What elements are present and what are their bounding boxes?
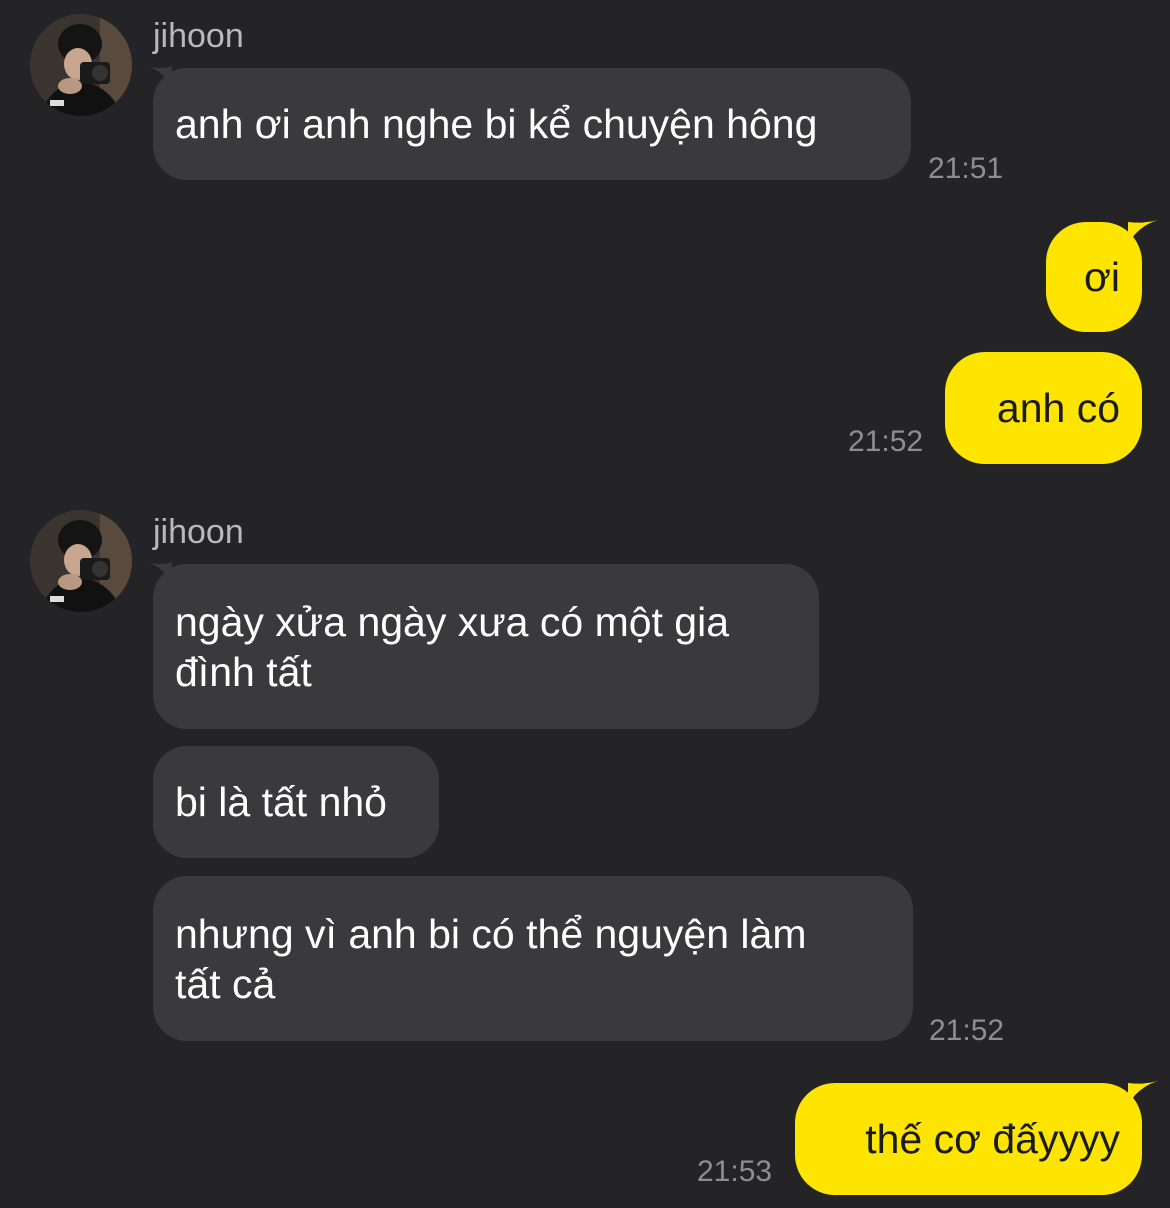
sender-name: jihoon bbox=[153, 513, 244, 551]
avatar-jihoon[interactable] bbox=[30, 510, 132, 612]
message-timestamp: 21:53 bbox=[697, 1155, 773, 1188]
message-timestamp: 21:52 bbox=[929, 1014, 1005, 1047]
message-bubble[interactable]: ngày xửa ngày xưa có một gia đình tất bbox=[153, 564, 819, 729]
profile-photo-icon bbox=[30, 510, 132, 612]
profile-photo-icon bbox=[30, 14, 132, 116]
message-bubble[interactable]: anh có bbox=[945, 352, 1142, 464]
message-bubble[interactable]: ơi bbox=[1046, 222, 1142, 332]
avatar-jihoon[interactable] bbox=[30, 14, 132, 116]
message-bubble[interactable]: thế cơ đấyyyy bbox=[795, 1083, 1142, 1195]
message-timestamp: 21:52 bbox=[848, 425, 924, 458]
sender-name: jihoon bbox=[153, 17, 244, 55]
message-bubble[interactable]: bi là tất nhỏ bbox=[153, 746, 439, 858]
message-bubble[interactable]: anh ơi anh nghe bi kể chuyện hông bbox=[153, 68, 911, 180]
message-timestamp: 21:51 bbox=[928, 152, 1004, 185]
message-bubble[interactable]: nhưng vì anh bi có thể nguyện làm tất cả bbox=[153, 876, 913, 1041]
